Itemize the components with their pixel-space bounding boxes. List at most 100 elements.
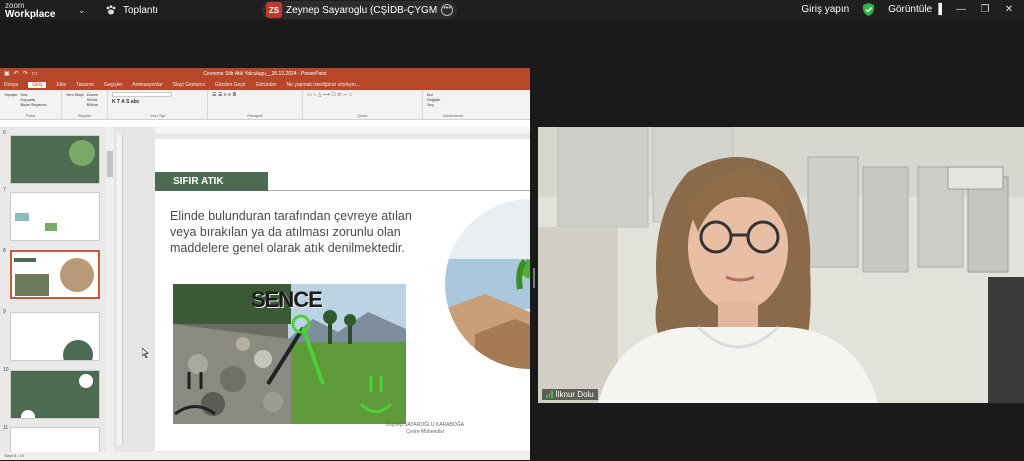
group-label-slides: Slaytlar — [77, 113, 92, 118]
credit-author: Zeynep SAYAROĞLU KARABOĞA — [386, 422, 464, 428]
group-label-editing: Düzenleme — [442, 113, 464, 118]
editor-area: 6 7 8 9 10 11 SIFIR ATIK Elinde bulundur… — [0, 127, 530, 460]
zoom-logo[interactable]: zoom Workplace — [5, 1, 56, 20]
view-grid-icon: ▐ — [934, 4, 942, 15]
ribbon-group-clipboard: Yapıştır Kes Kopyala Biçim Boyacısı Pano — [0, 90, 62, 119]
more-options-icon[interactable]: ••• — [441, 4, 454, 16]
select-button[interactable]: Seç — [427, 102, 479, 107]
restore-icon[interactable]: ❐ — [980, 4, 990, 15]
shared-screen: ▣ ↶ ↷ ▭ Cevreme Sifir Atik Yolculugu__26… — [0, 68, 530, 460]
signin-link[interactable]: Giriş yapın — [801, 4, 849, 15]
tab-design[interactable]: Tasarım — [76, 82, 94, 88]
quick-access-toolbar: ▣ ↶ ↷ ▭ — [4, 70, 37, 77]
scroll-thumb[interactable] — [107, 151, 113, 177]
ribbon-group-font: K T A S abc Yazı Tipi — [108, 90, 208, 119]
powerpoint-status-bar: Slayt 8 / 19 — [0, 452, 530, 460]
thumb-number: 8 — [3, 248, 6, 254]
thumb-number: 7 — [3, 187, 6, 193]
sharer-name: Zeynep Sayaroglu (CŞİDB-ÇYGM — [286, 4, 438, 16]
thumb-image — [15, 213, 29, 221]
shapes-gallery[interactable]: ▭ ○ △ ⟶ ☐ ⬭ ⌒ ☆ — [307, 92, 418, 98]
horizontal-ruler — [155, 127, 530, 134]
heading-rule — [268, 190, 530, 191]
top-right-controls: Giriş yapın Görüntüle ▐ — ❐ ✕ — [801, 3, 1014, 16]
sence-wordmark: SENCE — [251, 287, 323, 312]
group-label-font: Yazı Tipi — [149, 113, 166, 118]
font-name-box[interactable] — [112, 92, 172, 97]
slide-thumbnail-10[interactable] — [10, 370, 100, 419]
zoom-top-bar: zoom Workplace ⌄ Toplantı ZS Zeynep Saya… — [0, 0, 1024, 20]
participant-video[interactable]: İlknur Dolu — [538, 127, 1024, 403]
chevron-down-icon[interactable]: ⌄ — [78, 5, 86, 16]
ribbon-group-drawing: ▭ ○ △ ⟶ ☐ ⬭ ⌒ ☆ Çizim — [303, 90, 423, 119]
ribbon-group-slides: Yeni Slayt Düzen Sıfırla Bölüm Slaytlar — [62, 90, 108, 119]
slideshow-icon[interactable]: ▭ — [32, 70, 38, 77]
thumb-number: 6 — [3, 130, 6, 136]
tab-home[interactable]: Giriş — [28, 82, 47, 88]
slide-thumbnail-9[interactable] — [10, 312, 100, 361]
view-menu[interactable]: Görüntüle ▐ — [888, 4, 942, 15]
tab-slideshow[interactable]: Slayt Gösterisi — [173, 82, 205, 88]
group-label-paragraph: Paragraf — [247, 113, 263, 118]
new-slide-button[interactable]: Yeni Slayt — [66, 92, 84, 107]
thumb-shape — [79, 374, 93, 388]
current-slide[interactable]: SIFIR ATIK Elinde bulunduran tarafından … — [155, 139, 530, 451]
vertical-ruler — [117, 135, 123, 445]
redo-icon[interactable]: ↷ — [23, 70, 28, 77]
slide-thumbnails-pane[interactable]: 6 7 8 9 10 11 — [0, 127, 108, 460]
signal-strength-icon — [546, 391, 553, 398]
group-label-clipboard: Pano — [25, 113, 36, 118]
minimize-icon[interactable]: — — [956, 4, 966, 15]
thumbnail-scrollbar[interactable] — [106, 127, 114, 452]
mouse-cursor-icon — [142, 348, 149, 358]
participant-name-tag: İlknur Dolu — [542, 389, 598, 400]
tab-transitions[interactable]: Geçişler — [104, 82, 122, 88]
thumb-number: 11 — [3, 425, 9, 431]
tab-animations[interactable]: Animasyonlar — [132, 82, 162, 88]
powerpoint-title: Cevreme Sifir Atik Yolculugu__26.12.2024… — [203, 71, 327, 77]
slide-thumbnail-8-selected[interactable] — [10, 250, 100, 299]
thumb-shape — [21, 410, 35, 418]
sharer-avatar: ZS — [266, 2, 282, 18]
format-painter-button[interactable]: Biçim Boyacısı — [21, 102, 47, 107]
tab-view[interactable]: Görünüm — [256, 82, 277, 88]
view-label: Görüntüle — [888, 4, 933, 15]
meeting-button[interactable]: Toplantı — [105, 4, 158, 16]
section-button[interactable]: Bölüm — [87, 102, 99, 107]
thumb-image — [45, 223, 57, 231]
nature-circle-image — [445, 199, 530, 369]
brand-line2: Workplace — [5, 9, 56, 20]
sharer-pill[interactable]: ZS Zeynep Sayaroglu (CŞİDB-ÇYGM ••• — [262, 1, 458, 19]
split-divider-handle[interactable] — [533, 268, 535, 288]
paragraph-buttons[interactable]: ☰ ☰ ≡ ≡ ≣ — [212, 92, 298, 98]
ribbon-tabs: Dosya Giriş Ekle Tasarım Geçişler Animas… — [0, 80, 530, 90]
save-icon[interactable]: ▣ — [4, 70, 10, 77]
slide-credit: Zeynep SAYAROĞLU KARABOĞA Çevre Mühendis… — [355, 422, 495, 436]
thumb-banner — [14, 258, 36, 262]
thumb-image — [15, 274, 49, 296]
tab-insert[interactable]: Ekle — [56, 82, 66, 88]
powerpoint-titlebar: ▣ ↶ ↷ ▭ Cevreme Sifir Atik Yolculugu__26… — [0, 68, 530, 80]
paw-icon — [106, 5, 116, 15]
font-style-buttons[interactable]: K T A S abc — [112, 99, 203, 105]
undo-icon[interactable]: ↶ — [14, 70, 19, 77]
ribbon: Yapıştır Kes Kopyala Biçim Boyacısı Pano… — [0, 90, 530, 120]
credit-role: Çevre Mühendisi — [406, 429, 444, 435]
thumb-number: 10 — [3, 367, 9, 373]
ribbon-group-paragraph: ☰ ☰ ≡ ≡ ≣ Paragraf — [208, 90, 303, 119]
close-icon[interactable]: ✕ — [1004, 4, 1014, 15]
circle-illustration — [445, 199, 530, 369]
group-label-drawing: Çizim — [357, 113, 368, 118]
paste-button[interactable]: Yapıştır — [4, 92, 18, 107]
slide-thumbnail-7[interactable] — [10, 192, 100, 241]
ribbon-group-editing: Bul Değiştir Seç Düzenleme — [423, 90, 483, 119]
tell-me-search[interactable]: Ne yapmak istediğinizi söyleyin... — [287, 82, 360, 88]
video-frame — [538, 127, 1024, 403]
tab-review[interactable]: Gözden Geçir — [215, 82, 246, 88]
slide-heading: SIFIR ATIK — [155, 172, 268, 191]
slide-thumbnail-6[interactable] — [10, 135, 100, 184]
slide-body-text: Elinde bulunduran tarafından çevreye atı… — [170, 209, 412, 255]
waste-landscape-photo: SENCE — [173, 284, 406, 424]
tab-file[interactable]: Dosya — [4, 82, 18, 88]
security-shield-icon[interactable] — [863, 3, 875, 16]
